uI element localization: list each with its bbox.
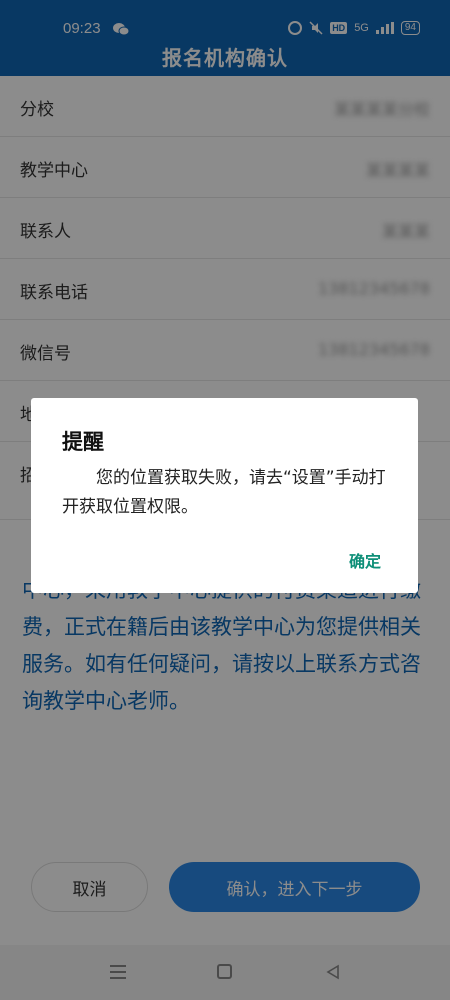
dialog-ok-button[interactable]: 确定 xyxy=(349,548,381,572)
dialog-message: 您的位置获取失败，请去“设置”手动打开获取位置权限。 xyxy=(62,468,386,517)
location-alert-dialog: 提醒 您的位置获取失败，请去“设置”手动打开获取位置权限。 确定 xyxy=(31,398,418,593)
dialog-title: 提醒 xyxy=(62,430,104,454)
